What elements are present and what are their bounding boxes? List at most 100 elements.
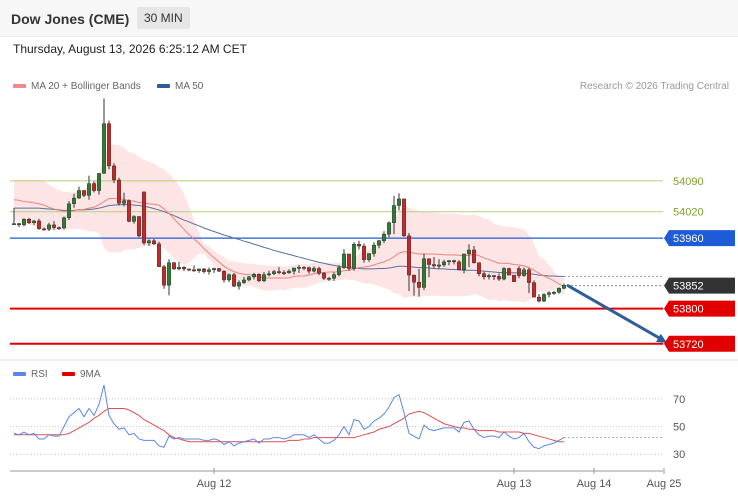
candle-body (442, 261, 446, 266)
bollinger-band-area (14, 144, 564, 303)
candle-body (97, 173, 101, 191)
candle (397, 193, 401, 211)
candle-body (192, 269, 196, 272)
candle-body (522, 269, 526, 276)
candle-body (477, 262, 481, 274)
candle-body (12, 223, 16, 225)
candle-body (212, 268, 216, 271)
candle-body (82, 190, 86, 196)
candle (22, 218, 26, 227)
candle-body (187, 268, 191, 271)
candle-body (437, 264, 441, 267)
candle-body (217, 268, 221, 272)
candle-body (277, 271, 281, 273)
candle-body (462, 253, 466, 271)
candle-body (157, 243, 161, 267)
candle-body (342, 253, 346, 268)
candle-body (137, 216, 141, 237)
candle (112, 163, 116, 184)
candle-body (557, 288, 561, 293)
candle-body (142, 191, 146, 244)
candle-body (372, 244, 376, 254)
candle (107, 120, 111, 170)
candle-body (507, 268, 511, 276)
candle-body (282, 272, 286, 274)
candle-body (177, 266, 181, 270)
level-badge-53852: 53852 (664, 277, 735, 294)
candle (352, 242, 356, 271)
rsi-level-label-50: 50 (673, 422, 685, 434)
candle-body (72, 197, 76, 204)
candle (532, 280, 536, 298)
candle-body (337, 267, 341, 275)
candle (192, 265, 196, 272)
candle-body (237, 282, 241, 287)
candle-body (367, 253, 371, 260)
candle-body (497, 276, 501, 280)
candle-body (197, 268, 201, 271)
candle-body (362, 245, 366, 260)
candle-body (262, 274, 266, 282)
candle-body (232, 274, 236, 287)
candle-body (417, 281, 421, 288)
candle (422, 253, 426, 291)
candle-body (322, 273, 326, 279)
candle (402, 198, 406, 237)
candle-body (62, 217, 66, 229)
candle (342, 249, 346, 269)
candle-body (517, 268, 521, 276)
candle-body (227, 274, 231, 281)
candle (117, 177, 121, 206)
candle-body (382, 233, 386, 241)
candle (512, 274, 516, 282)
price-chart[interactable]: 54090 54020 53960 53852 53800 53720 70 50 30 Aug … (0, 0, 738, 500)
candle-body (307, 267, 311, 272)
level-label-53720: 53720 (673, 339, 704, 351)
x-tick-label: Aug 25 (647, 478, 682, 490)
candle-body (317, 268, 321, 274)
candle-body (112, 165, 116, 181)
candle (17, 222, 21, 228)
candle-body (492, 275, 496, 277)
level-badge-53800: 53800 (664, 300, 735, 317)
candle-body (397, 198, 401, 206)
candle-body (312, 268, 316, 272)
candle-body (252, 274, 256, 278)
candle-body (402, 198, 406, 237)
candle-body (37, 220, 41, 230)
candle (167, 259, 171, 296)
candle (157, 241, 161, 267)
candle-body (482, 273, 486, 278)
candle-body (102, 123, 106, 174)
candle (62, 216, 66, 230)
candle-body (162, 266, 166, 286)
candle-body (77, 190, 81, 199)
candle-body (147, 240, 151, 244)
candle-body (257, 274, 261, 282)
candle-body (117, 179, 121, 204)
candle (347, 253, 351, 271)
candle-body (42, 228, 46, 231)
candle-body (52, 224, 56, 228)
candle (547, 291, 551, 298)
candle (202, 268, 206, 274)
candle (502, 267, 506, 281)
candle-body (267, 273, 271, 276)
candle (552, 290, 556, 295)
candle-body (332, 274, 336, 279)
rsi-level-label-30: 30 (673, 449, 685, 461)
candle-body (422, 258, 426, 288)
candle-body (292, 267, 296, 272)
candle-body (107, 123, 111, 167)
level-label-54090: 54090 (673, 176, 704, 188)
candle (137, 216, 141, 238)
candle (357, 240, 361, 250)
candle (257, 273, 261, 283)
candle-body (32, 220, 36, 223)
candle-body (527, 269, 531, 283)
candle-body (207, 269, 211, 272)
candle (227, 273, 231, 283)
candle-body (222, 270, 226, 281)
level-label-53800: 53800 (673, 304, 704, 316)
candle-body (502, 268, 506, 280)
